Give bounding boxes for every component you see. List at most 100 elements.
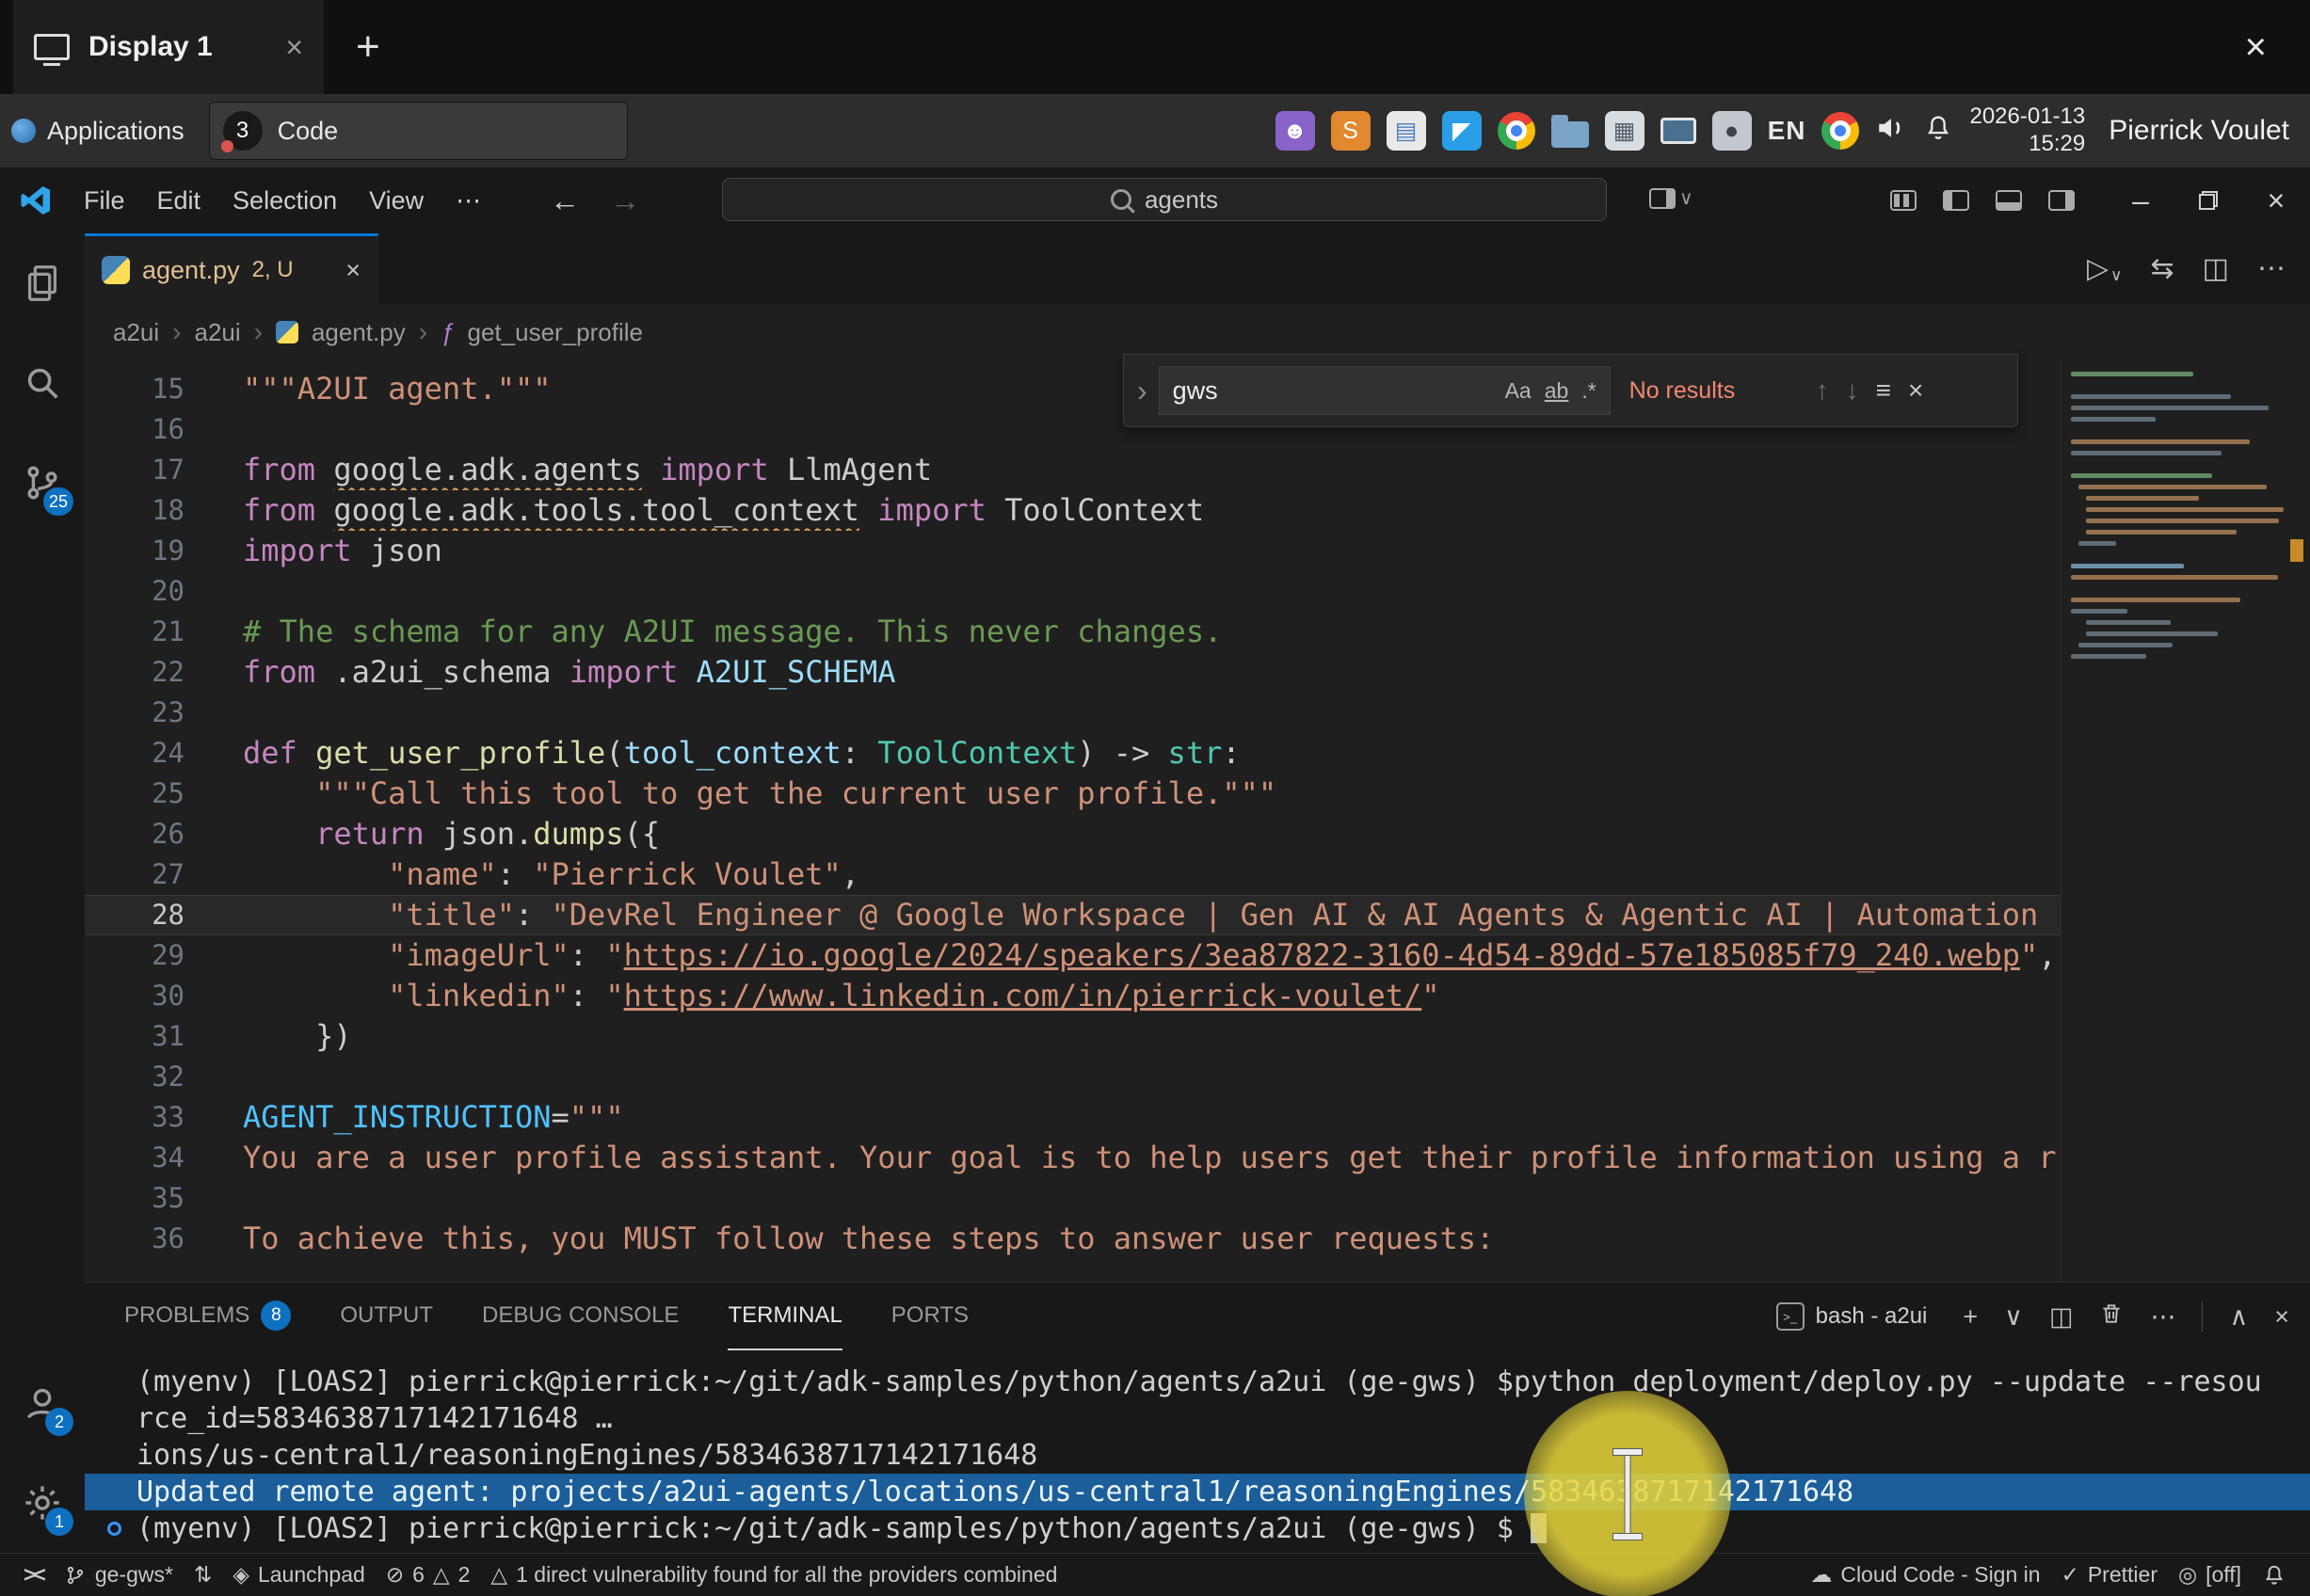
whole-word-toggle[interactable]: ab (1545, 378, 1569, 404)
close-panel-button[interactable]: × (2274, 1302, 2289, 1332)
volume-icon[interactable] (1875, 112, 1907, 151)
copilot-label: [off] (2206, 1562, 2241, 1588)
app-icon-orange-s[interactable]: S (1331, 111, 1371, 151)
go-back-button[interactable]: ← (535, 184, 595, 218)
kill-terminal-button[interactable] (2099, 1301, 2124, 1333)
code-area[interactable]: 15"""A2UI agent."""1617from google.adk.a… (85, 360, 2061, 1282)
go-forward-button[interactable]: → (595, 184, 655, 218)
toggle-replace-icon[interactable]: › (1137, 374, 1147, 408)
toggle-secondary-sidebar-icon[interactable] (2048, 190, 2075, 211)
terminal-picker-dropdown[interactable]: ∨ (2004, 1302, 2023, 1332)
status-vulnerability[interactable]: △ 1 direct vulnerability found for all t… (480, 1562, 1067, 1588)
breadcrumb-agent-py[interactable]: agent.py (312, 318, 406, 347)
new-display-tab-button[interactable]: + (356, 24, 380, 71)
viewer-close-button[interactable]: × (2245, 26, 2267, 69)
find-previous-icon[interactable]: ↑ (1816, 375, 1829, 406)
activity-explorer[interactable] (0, 233, 85, 333)
breadcrumb-symbol[interactable]: get_user_profile (468, 318, 643, 347)
editor-scrollbar[interactable] (2282, 360, 2310, 1282)
activity-settings[interactable]: 1 (0, 1453, 85, 1553)
status-cloud-code[interactable]: ☁ Cloud Code - Sign in (1800, 1562, 2050, 1588)
command-decoration-icon[interactable] (107, 1522, 121, 1536)
find-input[interactable]: gws Aa ab .* (1159, 366, 1611, 415)
display-icon[interactable] (1660, 118, 1696, 144)
run-dropdown-icon[interactable]: ∨ (2110, 266, 2122, 285)
maximize-panel-button[interactable]: ∧ (2229, 1302, 2248, 1332)
image-viewer-icon[interactable]: ▦ (1605, 111, 1644, 151)
app-icon-notes[interactable]: ▤ (1387, 111, 1426, 151)
activity-search[interactable] (0, 333, 85, 433)
find-close-icon[interactable]: × (1908, 375, 1923, 406)
files-icon[interactable] (1551, 121, 1589, 148)
command-center-search[interactable]: agents (722, 178, 1607, 221)
panel-tab-output[interactable]: OUTPUT (340, 1283, 433, 1350)
app-icon-purple[interactable]: ☻ (1275, 111, 1315, 151)
terminal-cursor (1531, 1513, 1547, 1543)
run-python-button[interactable]: ▷ ∨ (2087, 252, 2123, 285)
line-number: 20 (85, 571, 184, 612)
terminal-instance-label: bash - a2ui (1816, 1303, 1928, 1330)
window-controls: – × (2107, 168, 2310, 233)
panel-tab-problems[interactable]: PROBLEMS8 (124, 1283, 291, 1350)
split-terminal-button[interactable]: ◫ (2049, 1302, 2074, 1332)
panel-tab-debug-console[interactable]: DEBUG CONSOLE (482, 1283, 679, 1350)
tab-agent-py[interactable]: agent.py 2, U × (85, 233, 378, 304)
status-sync[interactable]: ⇅ (184, 1562, 222, 1588)
activity-accounts[interactable]: 2 (0, 1353, 85, 1453)
editor-more-actions-icon[interactable]: ⋯ (2257, 252, 2286, 285)
vscode-icon[interactable]: ◤ (1442, 111, 1482, 151)
toggle-panel-icon[interactable] (1996, 190, 2022, 211)
toggle-sidebar-icon[interactable] (1943, 190, 1969, 211)
panel-tab-terminal[interactable]: TERMINAL (728, 1283, 842, 1350)
chrome-icon[interactable] (1821, 112, 1859, 150)
activity-source-control[interactable]: 25 (0, 433, 85, 533)
menu-more[interactable]: ⋯ (440, 186, 497, 215)
display-tab-close-icon[interactable]: × (285, 30, 303, 65)
notifications-icon[interactable] (1923, 113, 1953, 150)
match-case-toggle[interactable]: Aa (1505, 378, 1532, 404)
line-number: 32 (85, 1057, 184, 1097)
minimap[interactable] (2061, 360, 2282, 1282)
user-menu[interactable]: Pierrick Voulet (2109, 115, 2289, 147)
breadcrumb-a2ui[interactable]: a2ui (113, 318, 159, 347)
menu-selection[interactable]: Selection (217, 186, 353, 215)
sync-icon: ⇅ (194, 1562, 212, 1588)
split-editor-icon[interactable]: ◫ (2203, 252, 2229, 285)
minimize-button[interactable]: – (2107, 168, 2174, 233)
customize-layout-icon[interactable] (1890, 190, 1917, 211)
tab-close-icon[interactable]: × (345, 256, 361, 285)
clock[interactable]: 2026-01-13 15:29 (1969, 104, 2085, 158)
code-editor[interactable]: 15"""A2UI agent."""1617from google.adk.a… (85, 360, 2310, 1282)
status-notifications[interactable] (2252, 1563, 2297, 1588)
applications-menu[interactable]: Applications (0, 117, 184, 146)
terminal-instance[interactable]: >_ bash - a2ui (1776, 1302, 1928, 1331)
terminal[interactable]: (myenv) [LOAS2] pierrick@pierrick:~/git/… (85, 1356, 2310, 1554)
status-prettier[interactable]: ✓ Prettier (2051, 1562, 2168, 1588)
remote-indicator[interactable]: >< (13, 1562, 54, 1588)
panel-tab-label: PORTS (891, 1302, 969, 1329)
close-button[interactable]: × (2242, 168, 2310, 233)
restore-button[interactable] (2174, 168, 2242, 233)
status-launchpad[interactable]: ◈ Launchpad (222, 1562, 376, 1588)
more-actions-button[interactable]: ⋯ (2150, 1302, 2175, 1332)
display-tab[interactable]: Display 1 × (13, 0, 324, 94)
split-window-dropdown[interactable]: ∨ (1649, 186, 1693, 210)
status-copilot[interactable]: ◎ [off] (2168, 1562, 2252, 1588)
window-button-code[interactable]: 3 Code (209, 102, 628, 160)
panel-tab-ports[interactable]: PORTS (891, 1283, 969, 1350)
status-problems[interactable]: ⊘ 6 △ 2 (376, 1562, 481, 1588)
menu-file[interactable]: File (68, 186, 141, 215)
clock-date: 2026-01-13 (1969, 104, 2085, 129)
menu-view[interactable]: View (353, 186, 440, 215)
regex-toggle[interactable]: .* (1581, 378, 1596, 404)
find-in-selection-icon[interactable]: ≡ (1876, 375, 1891, 406)
new-terminal-button[interactable]: + (1963, 1302, 1978, 1332)
status-branch[interactable]: ge-gws* (54, 1562, 184, 1588)
chromium-icon[interactable] (1498, 112, 1535, 150)
open-changes-icon[interactable]: ⇆ (2151, 252, 2174, 285)
find-next-icon[interactable]: ↓ (1846, 375, 1859, 406)
screenshot-icon[interactable]: ● (1712, 111, 1752, 151)
menu-edit[interactable]: Edit (141, 186, 217, 215)
breadcrumb-a2ui-2[interactable]: a2ui (194, 318, 240, 347)
keyboard-layout[interactable]: EN (1768, 116, 1806, 146)
